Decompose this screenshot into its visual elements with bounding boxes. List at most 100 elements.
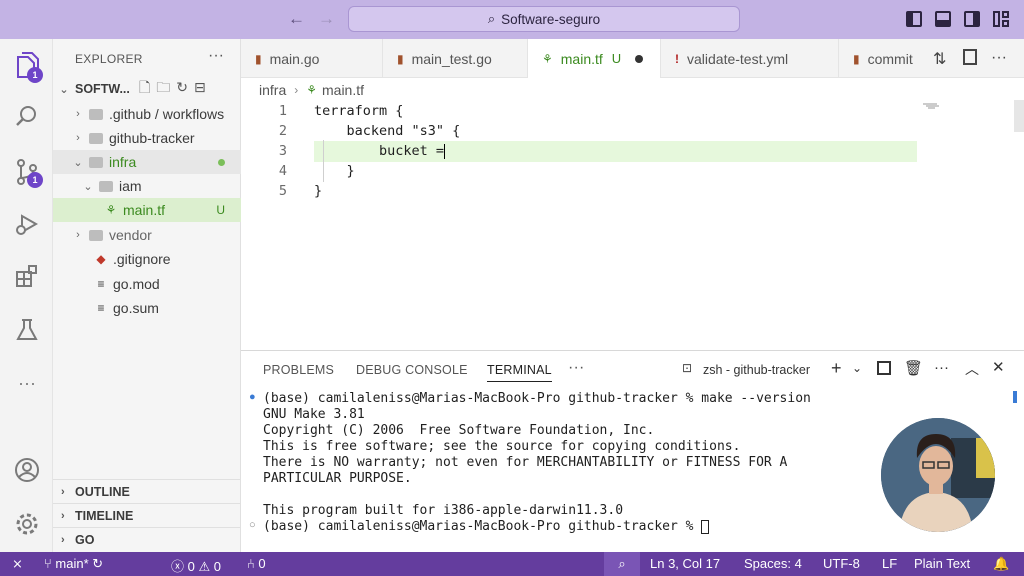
code-editor[interactable]: 1 2 3 4 5 terraform { backend "s3" { buc… [241,100,1024,350]
timeline-section[interactable]: › TIMELINE [53,503,241,527]
toggle-primary-sidebar-icon[interactable] [906,11,922,27]
testing-icon[interactable] [13,317,41,345]
toggle-panel-icon[interactable] [935,11,951,27]
error-count: 0 [187,559,195,574]
minimap[interactable] [923,102,941,110]
line-number: 4 [278,163,287,179]
branch-icon: ⑂ [44,556,56,571]
back-arrow-icon[interactable]: ← [288,9,305,29]
cursor-position[interactable]: Ln 3, Col 17 [650,556,720,571]
ports-count: 0 [258,556,266,571]
remote-icon[interactable]: ⨯ [12,556,23,572]
folder-icon [89,132,103,144]
source-control-badge: 1 [27,172,43,188]
tree-label: vendor [109,227,152,243]
tree-item-go-sum[interactable]: ≡ go.sum [53,296,241,320]
search-icon[interactable] [13,103,41,131]
chevron-right-icon: › [294,83,299,97]
tree-item-go-mod[interactable]: ≡ go.mod [53,272,241,296]
terminal-line: (base) camilaleniss@Marias-MacBook-Pro g… [263,391,811,406]
language-mode[interactable]: Plain Text [914,556,970,571]
terminal-line: This is free software; see the source fo… [263,439,741,454]
encoding[interactable]: UTF-8 [823,556,860,571]
tree-item-github-workflows[interactable]: › .github / workflows [53,102,241,126]
line-number: 2 [278,123,287,139]
end-of-line[interactable]: LF [882,556,897,571]
tree-item-vendor[interactable]: › vendor [53,223,241,247]
problems-indicator[interactable]: ⓧ 0 ⚠ 0 [171,556,221,575]
presenter-image [881,418,995,532]
run-debug-icon[interactable] [13,211,41,239]
terminal-selector[interactable]: zsh - github-tracker [703,363,810,377]
zoom-icon[interactable]: ⌕ [604,552,640,576]
settings-gear-icon[interactable] [13,511,41,539]
explorer-more-icon[interactable]: ··· [208,47,224,65]
tab-problems[interactable]: PROBLEMS [263,363,334,377]
tree-label: .github / workflows [109,106,225,122]
tab-debug-console[interactable]: DEBUG CONSOLE [356,363,468,377]
section-label: TIMELINE [75,508,134,523]
section-label: GO [75,532,95,547]
unsaved-dot[interactable] [635,54,644,63]
indent-guide [323,140,324,182]
chevron-down-icon[interactable]: ⌄ [852,361,862,375]
ports-indicator[interactable]: ⑃ 0 [247,556,266,571]
tab-main-test-go[interactable]: ▮ main_test.go [383,39,528,78]
tree-item-gitignore[interactable]: ◆ .gitignore [53,247,241,271]
tab-main-go[interactable]: ▮ main.go [241,39,383,78]
editor-more-icon[interactable]: ··· [991,49,1007,67]
tab-commit[interactable]: ▮ commit [839,39,926,78]
webcam-overlay [881,418,995,532]
branch-name: main* [55,556,89,571]
maximize-panel-icon[interactable]: ︿ [965,359,979,379]
workspace-header[interactable]: ⌄ SOFTW... 🗋🗀↻⊟ [53,77,241,101]
explorer-sidebar: EXPLORER ··· ⌄ SOFTW... 🗋🗀↻⊟ › .github /… [53,39,241,552]
command-center-search[interactable]: ⌕ Software-seguro [348,6,740,32]
customize-layout-icon[interactable] [993,11,1009,27]
trash-icon[interactable]: 🗑 [904,359,923,377]
terminal-prompt-line[interactable]: (base) camilaleniss@Marias-MacBook-Pro g… [263,519,710,534]
indentation[interactable]: Spaces: 4 [744,556,802,571]
tab-label: main.tf [560,50,603,67]
ports-icon: ⑃ [247,556,259,571]
terminal-scrollbar[interactable] [1013,391,1017,403]
outline-section[interactable]: › OUTLINE [53,479,241,503]
new-terminal-icon[interactable]: + [831,358,842,379]
split-editor-icon[interactable] [963,49,977,65]
command-status-dot: ○ [249,519,256,531]
panel-more-icon[interactable]: ··· [568,359,585,377]
go-section[interactable]: › GO [53,527,241,551]
explorer-actions[interactable]: 🗋🗀↻⊟ [139,77,212,101]
section-label: OUTLINE [75,484,130,499]
folder-icon [89,108,103,120]
close-panel-icon[interactable]: ✕ [992,358,1005,376]
editor-scrollbar[interactable] [1014,100,1024,132]
terraform-file-icon: ⚘ [105,203,117,217]
tab-terminal[interactable]: TERMINAL [487,363,552,382]
tree-item-github-tracker[interactable]: › github-tracker [53,126,241,150]
untracked-badge: U [611,51,622,66]
chevron-right-icon: › [61,509,65,522]
line-number: 1 [278,103,287,119]
panel-more-actions-icon[interactable]: ··· [934,359,949,376]
tree-label: iam [119,178,142,194]
untracked-badge: U [216,203,225,217]
explorer-title: EXPLORER [75,52,143,66]
extensions-icon[interactable] [13,263,41,291]
tab-main-tf[interactable]: ⚘ main.tf U [528,39,661,78]
branch-indicator[interactable]: ⑂ main* ↻ [44,556,103,572]
compare-changes-icon[interactable]: ⇅ [933,49,946,69]
forward-arrow-icon[interactable]: → [318,9,335,29]
account-icon[interactable] [13,457,41,485]
split-terminal-icon[interactable] [877,361,891,375]
breadcrumb-item[interactable]: infra [259,82,286,98]
breadcrumb-item[interactable]: main.tf [322,82,364,98]
yaml-warning-icon: ! [675,51,679,66]
tree-item-main-tf[interactable]: ⚘ main.tf U [53,198,241,222]
tree-item-infra[interactable]: ⌄ infra [53,150,241,174]
tab-validate-test-yml[interactable]: ! validate-test.yml [661,39,839,78]
tree-item-iam[interactable]: ⌄ iam [53,174,241,198]
toggle-secondary-sidebar-icon[interactable] [964,11,980,27]
more-views-icon[interactable]: ··· [13,369,41,397]
notifications-bell-icon[interactable]: 🔔 [993,556,1009,572]
